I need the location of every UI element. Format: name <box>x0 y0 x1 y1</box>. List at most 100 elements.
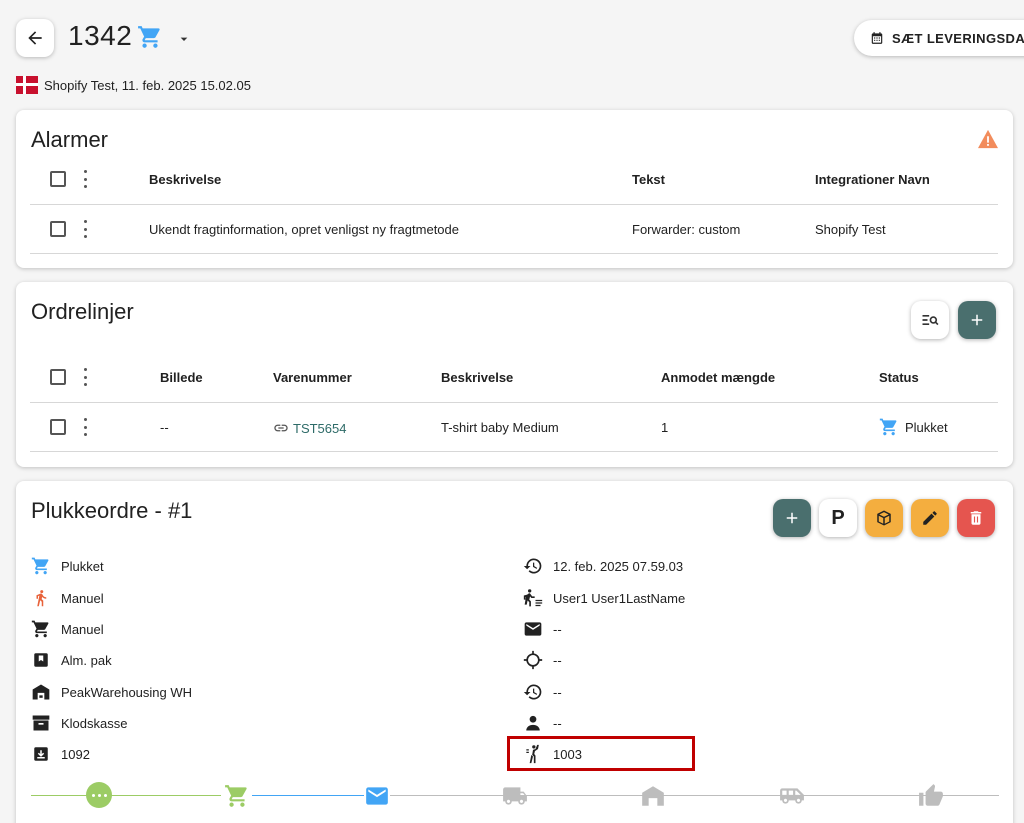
package-box-icon <box>31 650 51 670</box>
history-row: -- <box>523 682 562 702</box>
more-icon[interactable] <box>83 368 87 386</box>
box-row: Klodskasse <box>31 713 127 733</box>
bin-value: 1092 <box>61 746 90 762</box>
trash-icon <box>970 511 982 525</box>
history-icon <box>523 682 543 702</box>
column-header-image: Billede <box>160 370 203 385</box>
link-icon <box>274 424 288 432</box>
divider <box>30 204 998 205</box>
add-button[interactable] <box>773 499 811 537</box>
more-icon[interactable] <box>83 220 87 238</box>
alarm-integration: Shopify Test <box>815 222 886 237</box>
step-mail-icon <box>366 787 388 805</box>
orderlines-title: Ordrelinjer <box>31 299 134 324</box>
column-header-description: Beskrivelse <box>149 172 222 187</box>
plus-icon <box>971 314 983 326</box>
alarm-description: Ukendt fragtinformation, opret venligst … <box>149 222 459 237</box>
column-header-quantity: Anmodet mængde <box>661 370 776 385</box>
orderlines-card: Ordrelinjer Billede Varenummer Beskrivel… <box>16 282 1013 467</box>
history-icon <box>523 556 543 576</box>
column-header-integration: Integrationer Navn <box>815 172 930 187</box>
location-row: -- <box>523 650 562 670</box>
pick-type-value: Manuel <box>61 621 104 637</box>
step-thumbs-up-icon <box>919 784 943 806</box>
set-delivery-date-button[interactable]: SÆT LEVERINGSDATO <box>854 20 1024 56</box>
picked-at-row: 12. feb. 2025 07.59.03 <box>523 556 683 576</box>
pencil-icon <box>923 511 937 525</box>
download-box-icon <box>31 744 51 764</box>
package-type-row: Alm. pak <box>31 650 112 670</box>
picker-row: User1 User1LastName <box>523 588 685 608</box>
pick-status-value: Plukket <box>61 558 104 574</box>
list-search-icon <box>922 315 939 326</box>
plus-icon <box>786 512 798 524</box>
person-icon <box>523 713 543 733</box>
set-delivery-date-label: SÆT LEVERINGSDATO <box>892 30 1024 46</box>
row-checkbox[interactable] <box>50 221 66 237</box>
danish-flag-icon <box>16 76 38 94</box>
arrow-left-icon <box>28 31 42 45</box>
orderline-status-text: Plukket <box>905 419 948 435</box>
picker-person-icon <box>523 588 543 608</box>
location-value: -- <box>553 652 562 668</box>
p-button[interactable]: P <box>819 499 857 537</box>
alarm-text: Forwarder: custom <box>632 222 741 237</box>
package-type-value: Alm. pak <box>61 652 112 668</box>
calendar-icon <box>871 32 883 44</box>
divider <box>30 451 998 452</box>
select-all-checkbox[interactable] <box>50 369 66 385</box>
email-value: -- <box>553 621 562 637</box>
package-icon <box>877 510 891 526</box>
order-number: 1342 <box>68 20 133 51</box>
pickorder-title: Plukkeordre - #1 <box>31 498 193 523</box>
step-pending-icon <box>86 782 112 808</box>
step-truck-icon <box>503 787 527 805</box>
archive-box-icon <box>31 713 51 733</box>
alarms-title: Alarmer <box>31 127 109 152</box>
column-header-status: Status <box>879 370 919 385</box>
stepper-line <box>31 795 221 796</box>
sku-text: TST5654 <box>293 420 347 436</box>
order-source: Shopify Test, 11. feb. 2025 15.02.05 <box>16 76 251 94</box>
orderline-status: Plukket <box>879 417 948 437</box>
step-cart-icon <box>225 785 247 807</box>
delete-button[interactable] <box>957 499 995 537</box>
more-icon[interactable] <box>83 170 87 188</box>
sku-link[interactable]: TST5654 <box>273 420 346 436</box>
walking-person-icon <box>31 588 51 608</box>
more-icon[interactable] <box>83 418 87 436</box>
search-list-button[interactable] <box>911 301 949 339</box>
warning-icon <box>978 129 998 149</box>
person-value: -- <box>553 715 562 731</box>
edit-button[interactable] <box>911 499 949 537</box>
person-row: -- <box>523 713 562 733</box>
warehouse-row: PeakWarehousing WH <box>31 682 192 702</box>
step-warehouse-icon <box>642 786 664 806</box>
orderline-description: T-shirt baby Medium <box>441 420 559 435</box>
warehouse-icon <box>31 682 51 702</box>
alarms-card: Alarmer Beskrivelse Tekst Integrationer … <box>16 110 1013 268</box>
row-checkbox[interactable] <box>50 419 66 435</box>
orderline-quantity: 1 <box>661 420 669 435</box>
orderline-image: -- <box>160 420 169 435</box>
divider <box>30 253 998 254</box>
divider <box>30 402 998 403</box>
column-header-text: Tekst <box>632 172 665 187</box>
package-button[interactable] <box>865 499 903 537</box>
history-value: -- <box>553 684 562 700</box>
column-header-description: Beskrivelse <box>441 370 514 385</box>
mail-icon <box>523 619 543 639</box>
select-all-checkbox[interactable] <box>50 171 66 187</box>
warehouse-value: PeakWarehousing WH <box>61 684 193 700</box>
box-value: Klodskasse <box>61 715 128 731</box>
pick-method-value: Manuel <box>61 590 104 606</box>
pick-method-row: Manuel <box>31 588 104 608</box>
back-button[interactable] <box>16 19 54 57</box>
picker-value: User1 User1LastName <box>553 590 686 606</box>
chevron-down-icon[interactable] <box>176 31 192 47</box>
pick-type-row: Manuel <box>31 619 104 639</box>
bin-row: 1092 <box>31 744 90 764</box>
pickorder-card: Plukkeordre - #1 P Plukket Manuel Manuel… <box>16 481 1013 823</box>
add-orderline-button[interactable] <box>958 301 996 339</box>
email-row: -- <box>523 619 562 639</box>
